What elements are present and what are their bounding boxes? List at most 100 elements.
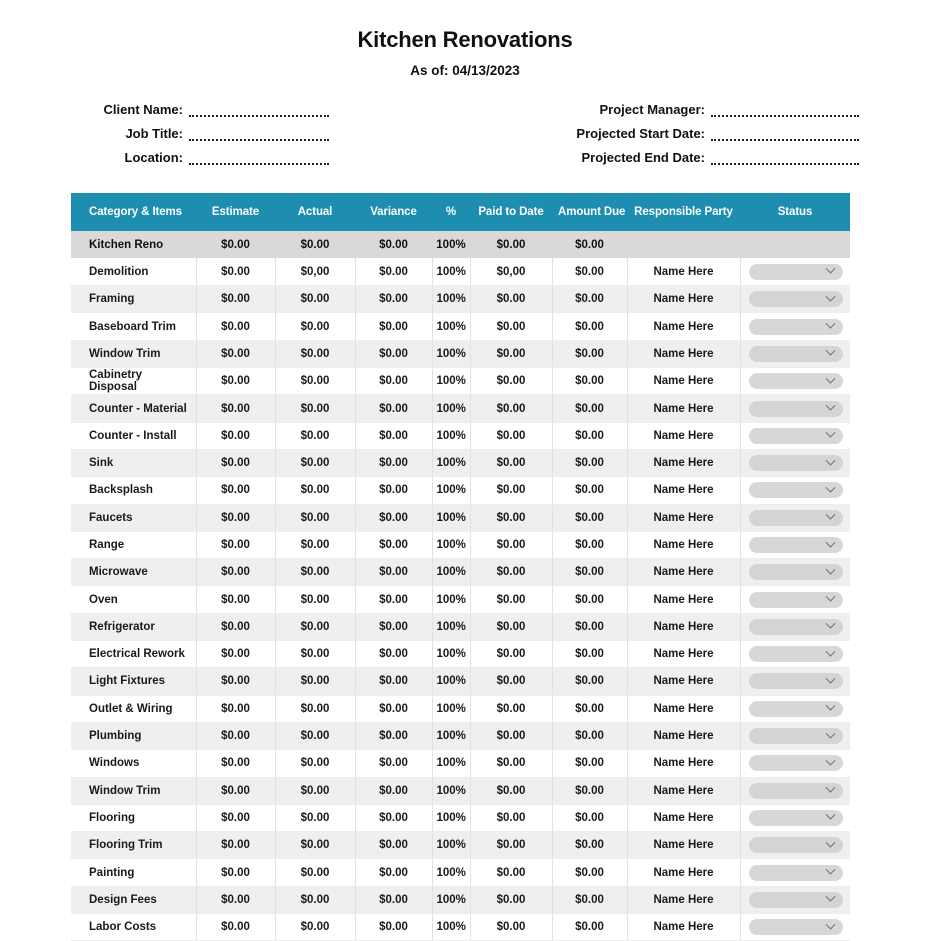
project-info-input[interactable] xyxy=(711,130,859,142)
cell-estimate: $0.00 xyxy=(196,285,276,314)
cell-actual: $0.00 xyxy=(275,422,356,450)
chevron-down-icon xyxy=(825,482,835,493)
cell-amount-due: $0.00 xyxy=(552,558,628,587)
cell-paid-to-date: $0.00 xyxy=(470,640,553,669)
status-dropdown[interactable] xyxy=(748,427,843,444)
status-dropdown[interactable] xyxy=(748,919,843,936)
status-dropdown[interactable] xyxy=(748,482,843,499)
summary-cell-responsible-party xyxy=(627,231,740,259)
cell-estimate: $0.00 xyxy=(196,777,276,805)
table-row: Sink $0.00 $0.00 $0.00 100% $0.00 $0.00 Name He… xyxy=(71,449,850,478)
status-dropdown[interactable] xyxy=(748,400,843,417)
status-cell xyxy=(740,858,850,887)
cell-percent: 100% xyxy=(432,285,471,314)
cell-category: Counter - Material xyxy=(71,394,197,423)
status-dropdown[interactable] xyxy=(748,728,843,745)
cell-paid-to-date: $0.00 xyxy=(470,777,553,805)
status-dropdown[interactable] xyxy=(748,373,843,390)
cell-variance: $0.00 xyxy=(355,585,433,614)
project-info-input[interactable] xyxy=(711,106,859,118)
chevron-down-icon xyxy=(825,782,835,793)
status-dropdown[interactable] xyxy=(748,782,843,799)
status-cell xyxy=(740,695,850,723)
column-header-status[interactable]: Status xyxy=(740,193,850,232)
status-cell xyxy=(740,804,850,833)
cell-category: Sink xyxy=(71,449,197,478)
status-dropdown[interactable] xyxy=(748,345,843,362)
status-dropdown[interactable] xyxy=(748,318,843,335)
cell-estimate: $0.00 xyxy=(196,667,276,696)
page-title: Kitchen Renovations xyxy=(357,27,573,52)
status-dropdown[interactable] xyxy=(748,291,843,308)
chevron-down-icon xyxy=(825,591,835,602)
project-info-row: Projected Start Date: xyxy=(527,124,859,142)
status-dropdown[interactable] xyxy=(748,263,843,280)
status-dropdown[interactable] xyxy=(748,891,843,908)
cell-responsible-party: Name Here xyxy=(627,667,741,696)
cell-category: Backsplash xyxy=(71,476,197,505)
cell-paid-to-date: $0.00 xyxy=(470,312,553,341)
status-dropdown[interactable] xyxy=(748,537,843,553)
cell-category: Electrical Rework xyxy=(71,640,197,669)
status-dropdown[interactable] xyxy=(748,455,843,472)
project-info-input[interactable] xyxy=(711,154,859,166)
cell-responsible-party: Name Here xyxy=(627,613,741,642)
status-dropdown[interactable] xyxy=(748,673,843,690)
status-dropdown[interactable] xyxy=(748,864,843,881)
cell-category: Baseboard Trim xyxy=(71,312,197,341)
status-dropdown[interactable] xyxy=(748,700,843,717)
status-dropdown[interactable] xyxy=(748,755,843,772)
cell-variance: $0.00 xyxy=(355,312,433,341)
cell-amount-due: $0.00 xyxy=(552,613,628,642)
cell-estimate: $0.00 xyxy=(196,886,276,915)
cell-actual: $0.00 xyxy=(275,695,356,723)
cell-estimate: $0.00 xyxy=(196,613,276,642)
cell-amount-due: $0.00 xyxy=(552,749,628,778)
table-row: Window Trim $0.00 $0.00 $0.00 100% $0.00 $0.00… xyxy=(71,777,850,805)
cell-paid-to-date: $0.00 xyxy=(470,749,553,778)
table-row: Refrigerator $0.00 $0.00 $0.00 100% $0.00 $0.0… xyxy=(71,613,850,642)
cell-actual: $0.00 xyxy=(275,613,356,642)
column-header-percent[interactable]: % xyxy=(432,193,470,232)
status-dropdown[interactable] xyxy=(748,618,843,635)
cell-category: Oven xyxy=(71,585,197,614)
cell-estimate: $0.00 xyxy=(196,476,276,505)
cell-amount-due: $0.00 xyxy=(552,667,628,696)
status-dropdown[interactable] xyxy=(748,509,843,526)
column-header-variance[interactable]: Variance xyxy=(355,193,432,232)
column-header-paid-to-date[interactable]: Paid to Date xyxy=(470,193,552,232)
status-dropdown[interactable] xyxy=(748,837,843,854)
cell-responsible-party: Name Here xyxy=(627,886,741,915)
project-info-input[interactable] xyxy=(189,130,329,142)
status-cell xyxy=(740,449,850,478)
status-dropdown[interactable] xyxy=(748,646,843,663)
table-row: Baseboard Trim $0.00 $0.00 $0.00 100% $0.00 $0… xyxy=(71,312,850,341)
status-dropdown[interactable] xyxy=(748,591,843,608)
column-header-amount-due[interactable]: Amount Due xyxy=(552,193,627,232)
table-row: Oven $0.00 $0.00 $0.00 100% $0.00 $0.00 Name He… xyxy=(71,585,850,614)
project-info-input[interactable] xyxy=(189,106,329,118)
cell-responsible-party: Name Here xyxy=(627,312,741,341)
cell-paid-to-date: $0.00 xyxy=(470,531,553,560)
column-header-actual[interactable]: Actual xyxy=(275,193,355,232)
status-dropdown[interactable] xyxy=(748,809,843,826)
cell-amount-due: $0.00 xyxy=(552,449,628,478)
table-row: Range $0.00 $0.00 $0.00 100% $0.00 $0.00 Name H… xyxy=(71,531,850,560)
column-header-category[interactable]: Category & Items xyxy=(71,193,196,232)
cell-variance: $0.00 xyxy=(355,340,433,369)
cell-paid-to-date: $0.00 xyxy=(470,394,553,423)
cell-variance: $0.00 xyxy=(355,394,433,423)
column-header-estimate[interactable]: Estimate xyxy=(196,193,275,232)
project-info-input[interactable] xyxy=(189,154,329,166)
chevron-down-icon xyxy=(825,673,835,684)
cell-category: Flooring Trim xyxy=(71,831,197,860)
status-cell xyxy=(740,640,850,669)
column-header-responsible-party[interactable]: Responsible Party xyxy=(627,193,740,232)
cell-responsible-party: Name Here xyxy=(627,585,741,614)
project-info-label: Location: xyxy=(124,150,184,166)
status-cell xyxy=(740,476,850,505)
status-dropdown[interactable] xyxy=(748,564,843,581)
cell-amount-due: $0.00 xyxy=(552,858,628,887)
cell-responsible-party: Name Here xyxy=(627,531,741,560)
cell-amount-due: $0.00 xyxy=(552,585,628,614)
